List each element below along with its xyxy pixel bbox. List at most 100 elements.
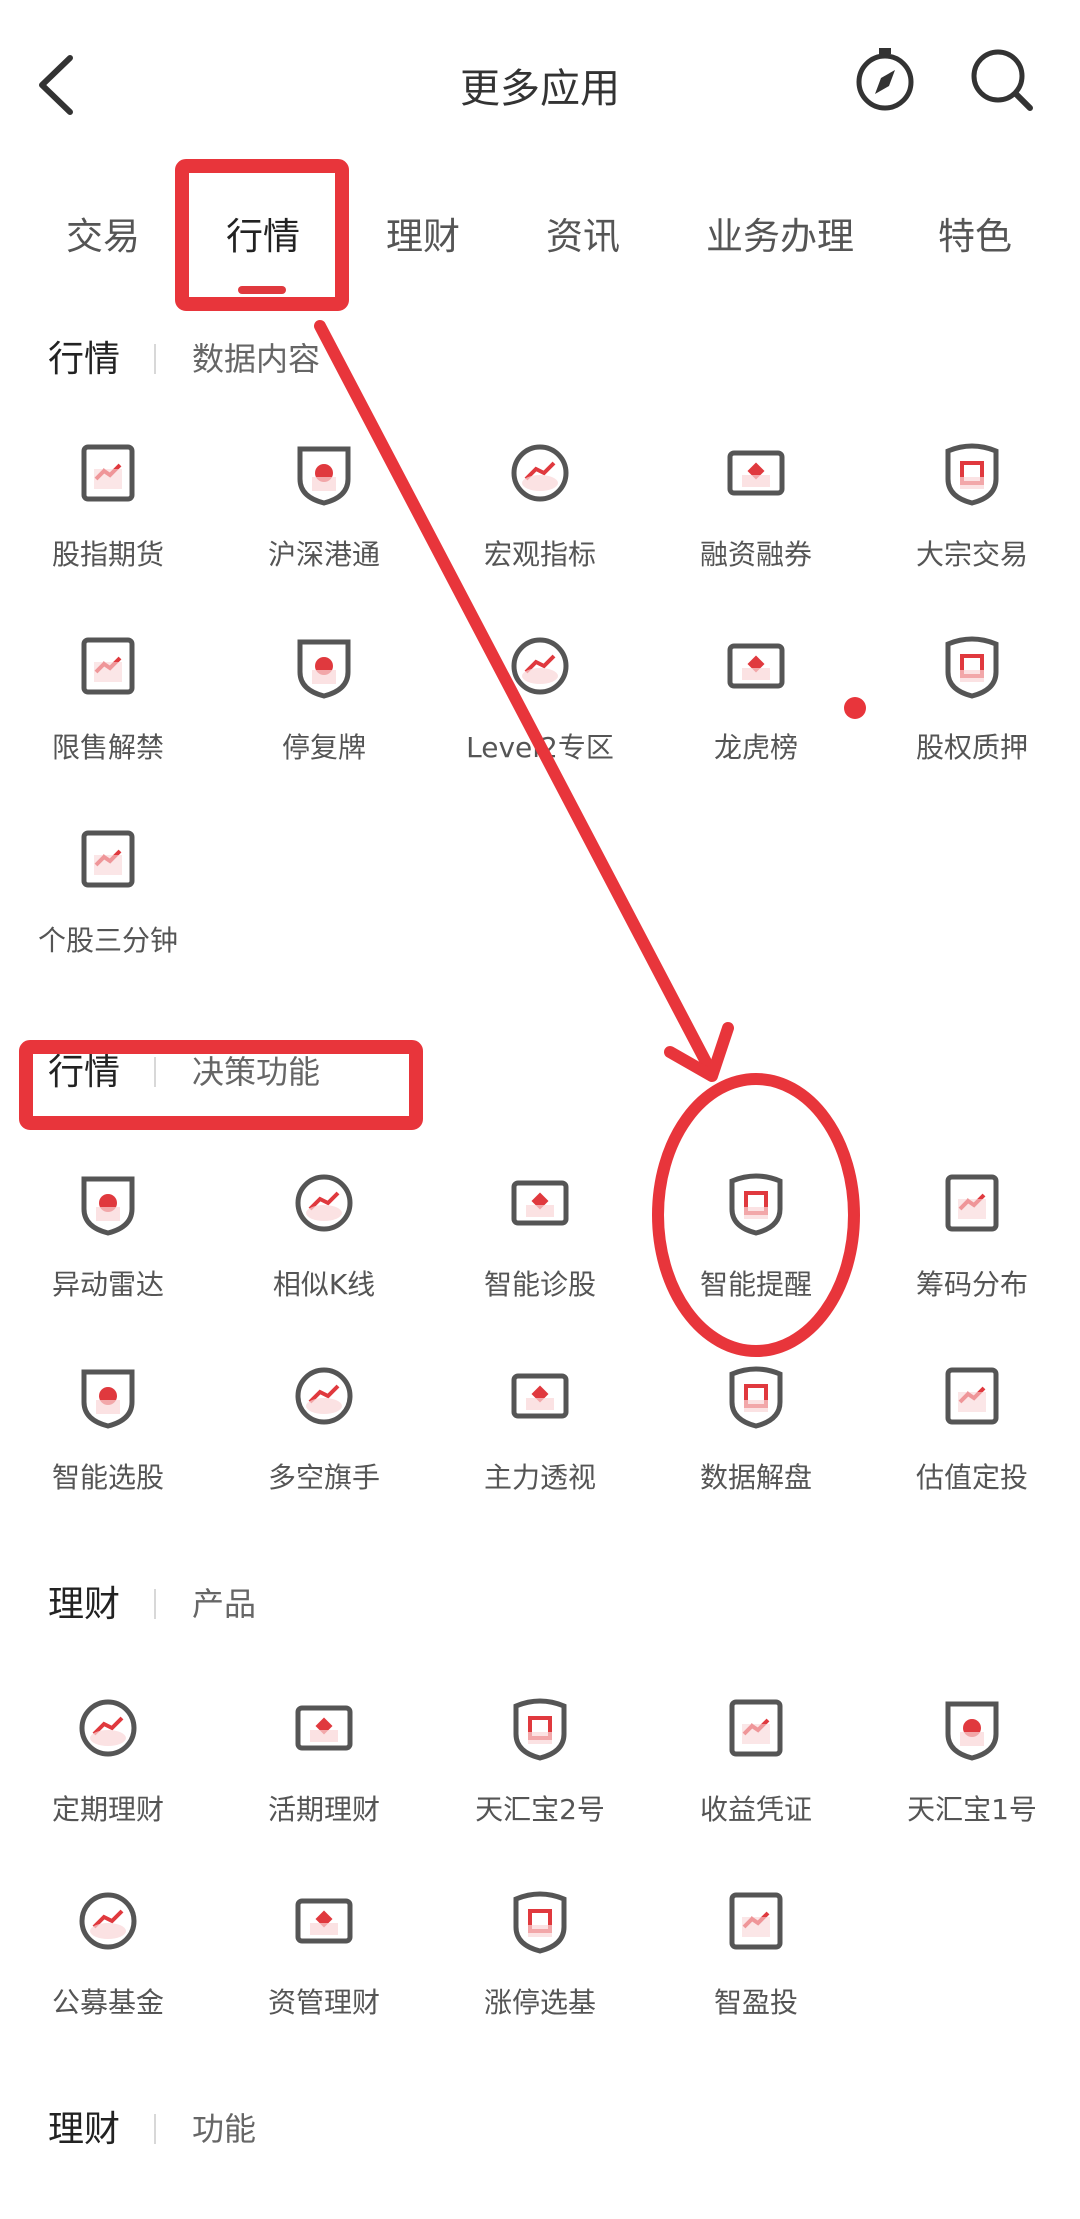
app-item-label: 活期理财 (267, 1793, 380, 1826)
radar-dome-icon (81, 1176, 135, 1236)
app-item[interactable]: 沪深港通 (216, 435, 432, 615)
app-item[interactable]: 智盈投 (648, 1883, 864, 2063)
globe-chart-icon (511, 444, 569, 502)
app-item-label: 主力透视 (483, 1461, 596, 1494)
app-header: 更多应用 (0, 0, 1080, 170)
tab-featured[interactable]: 特色 (938, 206, 1012, 260)
locked-bag-yen-icon (81, 637, 135, 695)
puzzle-chart-icon (513, 1891, 567, 1954)
app-item[interactable]: 估值定投 (864, 1358, 1080, 1538)
app-item[interactable]: 智能选股 (0, 1358, 216, 1538)
app-item-label: 估值定投 (915, 1461, 1028, 1494)
app-item[interactable]: 数据解盘 (648, 1358, 864, 1538)
app-item[interactable]: 相似K线 (216, 1165, 432, 1345)
app-item[interactable]: 智能诊股 (432, 1165, 648, 1345)
search-icon[interactable] (966, 44, 1036, 114)
section-divider (154, 1589, 156, 1619)
app-item[interactable]: 股权质押 (864, 628, 1080, 808)
fund-chart-icon (79, 1892, 137, 1950)
app-item-label: 筹码分布 (915, 1268, 1028, 1301)
category-tabs: 交易 行情 理财 资讯 业务办理 特色 (0, 160, 1080, 300)
app-item-label: 股指期货 (51, 538, 164, 571)
app-item-label: Level2专区 (466, 731, 614, 764)
app-item[interactable]: 限售解禁 (0, 628, 216, 808)
app-item[interactable]: 停复牌 (216, 628, 432, 808)
robot-pulse-icon (511, 1180, 569, 1226)
section-title: 行情 (48, 339, 121, 380)
app-item-label: 停复牌 (281, 731, 366, 764)
app-item[interactable]: 天汇宝1号 (864, 1690, 1080, 1870)
section-divider (154, 2114, 156, 2144)
lightbulb-compass-icon (729, 1892, 783, 1950)
section-subtitle: 数据内容 (192, 340, 321, 378)
section-title: 理财 (48, 2109, 121, 2150)
stopwatch-icon (295, 1705, 353, 1751)
tab-trade[interactable]: 交易 (66, 206, 140, 260)
app-item[interactable]: 智能提醒 (648, 1165, 864, 1345)
app-item-label: 限售解禁 (51, 731, 164, 764)
app-item[interactable]: 龙虎榜 (648, 628, 864, 808)
tab-wealth[interactable]: 理财 (386, 206, 460, 260)
section-divider (154, 1057, 156, 1087)
robot-face-icon (81, 1369, 135, 1429)
app-item[interactable]: 多空旗手 (216, 1358, 432, 1538)
voucher-icon (729, 1699, 783, 1757)
hk-flower-shield-icon (297, 446, 351, 506)
app-item[interactable]: 大宗交易 (864, 435, 1080, 615)
app-item-label: 融资融券 (699, 538, 812, 571)
compass-icon[interactable] (850, 44, 920, 114)
coin-stack-icon (945, 1174, 999, 1232)
app-item-label: 涨停选基 (483, 1986, 596, 2019)
tv-three-icon (81, 830, 135, 888)
app-item-label: 公募基金 (51, 1986, 164, 2019)
app-item[interactable]: 个股三分钟 (0, 821, 216, 1001)
app-item[interactable]: 公募基金 (0, 1883, 216, 2063)
app-item-label: 相似K线 (272, 1268, 376, 1301)
no-entry-icon (297, 639, 351, 699)
app-item[interactable]: 宏观指标 (432, 435, 648, 615)
tab-market[interactable]: 行情 (226, 206, 300, 260)
bar-chart-icon (729, 1366, 783, 1429)
lock-drawer-icon (945, 636, 999, 699)
flag-arrows-icon (295, 1367, 353, 1425)
app-item[interactable]: 股指期货 (0, 435, 216, 615)
target-pie-icon (511, 1373, 569, 1419)
app-item-label: 智能选股 (51, 1461, 164, 1494)
app-item[interactable]: Level2专区 (432, 628, 648, 808)
tab-business[interactable]: 业务办理 (706, 206, 854, 260)
app-item-label: 智盈投 (713, 1986, 798, 2019)
app-item-label: 天汇宝2号 (475, 1793, 605, 1826)
tian1-icon (945, 1701, 999, 1761)
futures-chart-icon (81, 444, 135, 502)
app-item-label: 沪深港通 (267, 538, 380, 571)
app-item[interactable]: 融资融券 (648, 435, 864, 615)
app-item[interactable]: 主力透视 (432, 1358, 648, 1538)
app-item-label: 多空旗手 (267, 1461, 380, 1494)
section-subtitle: 产品 (192, 1585, 257, 1623)
section-title: 理财 (48, 1584, 121, 1625)
star-shield-icon (727, 643, 785, 689)
app-item-label: 资管理财 (267, 1986, 380, 2019)
lock-bag-icon (79, 1699, 137, 1757)
app-item[interactable]: 异动雷达 (0, 1165, 216, 1345)
seal-shield-icon (945, 443, 999, 506)
app-item[interactable]: 筹码分布 (864, 1165, 1080, 1345)
app-item[interactable]: 涨停选基 (432, 1883, 648, 2063)
app-item-label: 龙虎榜 (713, 731, 798, 764)
app-item-label: 个股三分钟 (37, 924, 178, 957)
tab-news[interactable]: 资讯 (546, 206, 620, 260)
section-subtitle: 功能 (192, 2110, 257, 2148)
app-item-label: 智能诊股 (483, 1268, 596, 1301)
lightning-dome-icon (729, 1173, 783, 1236)
ticket-icon (727, 450, 785, 496)
app-item[interactable]: 收益凭证 (648, 1690, 864, 1870)
app-item[interactable]: 活期理财 (216, 1690, 432, 1870)
app-item-label: 定期理财 (51, 1793, 164, 1826)
app-item[interactable]: 定期理财 (0, 1690, 216, 1870)
app-item-label: 数据解盘 (699, 1461, 812, 1494)
app-item-label: 股权质押 (915, 731, 1028, 764)
app-item[interactable]: 天汇宝2号 (432, 1690, 648, 1870)
app-item[interactable]: 资管理财 (216, 1883, 432, 2063)
section-divider (154, 344, 156, 374)
app-item-label: 大宗交易 (915, 538, 1028, 571)
